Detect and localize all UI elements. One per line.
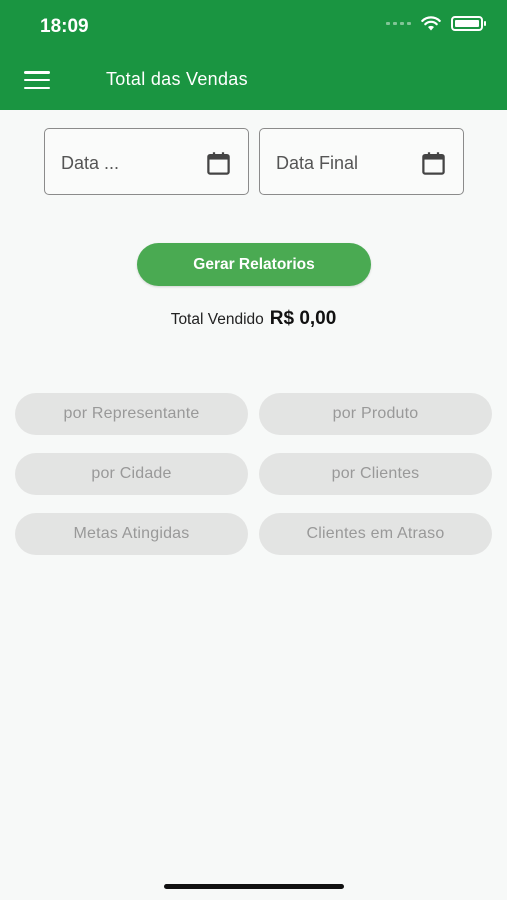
battery-icon — [451, 16, 486, 31]
report-by-clients-button[interactable]: por Clientes — [259, 453, 492, 495]
end-date-field[interactable]: Data Final — [259, 128, 464, 195]
report-by-city-button[interactable]: por Cidade — [15, 453, 248, 495]
status-time: 18:09 — [40, 16, 89, 37]
report-by-representative-button[interactable]: por Representante — [15, 393, 248, 435]
generate-reports-button[interactable]: Gerar Relatorios — [137, 243, 371, 286]
report-by-product-button[interactable]: por Produto — [259, 393, 492, 435]
wifi-icon — [421, 16, 441, 31]
status-icons — [386, 16, 486, 31]
calendar-icon[interactable] — [420, 150, 447, 177]
app-bar: 18:09 Total das Vendas — [0, 0, 507, 110]
report-goals-achieved-button[interactable]: Metas Atingidas — [15, 513, 248, 555]
total-label: Total Vendido — [170, 311, 264, 328]
page-title: Total das Vendas — [106, 69, 248, 89]
home-indicator[interactable] — [164, 884, 344, 889]
menu-button[interactable] — [24, 71, 50, 89]
start-date-label: Data ... — [61, 153, 120, 173]
start-date-field[interactable]: Data ... — [44, 128, 249, 195]
total-summary: Total Vendido R$ 0,00 — [0, 308, 507, 330]
end-date-label: Data Final — [276, 153, 359, 173]
cellular-signal-icon — [386, 22, 411, 25]
total-value: R$ 0,00 — [269, 308, 337, 329]
calendar-icon[interactable] — [205, 150, 232, 177]
report-late-clients-button[interactable]: Clientes em Atraso — [259, 513, 492, 555]
